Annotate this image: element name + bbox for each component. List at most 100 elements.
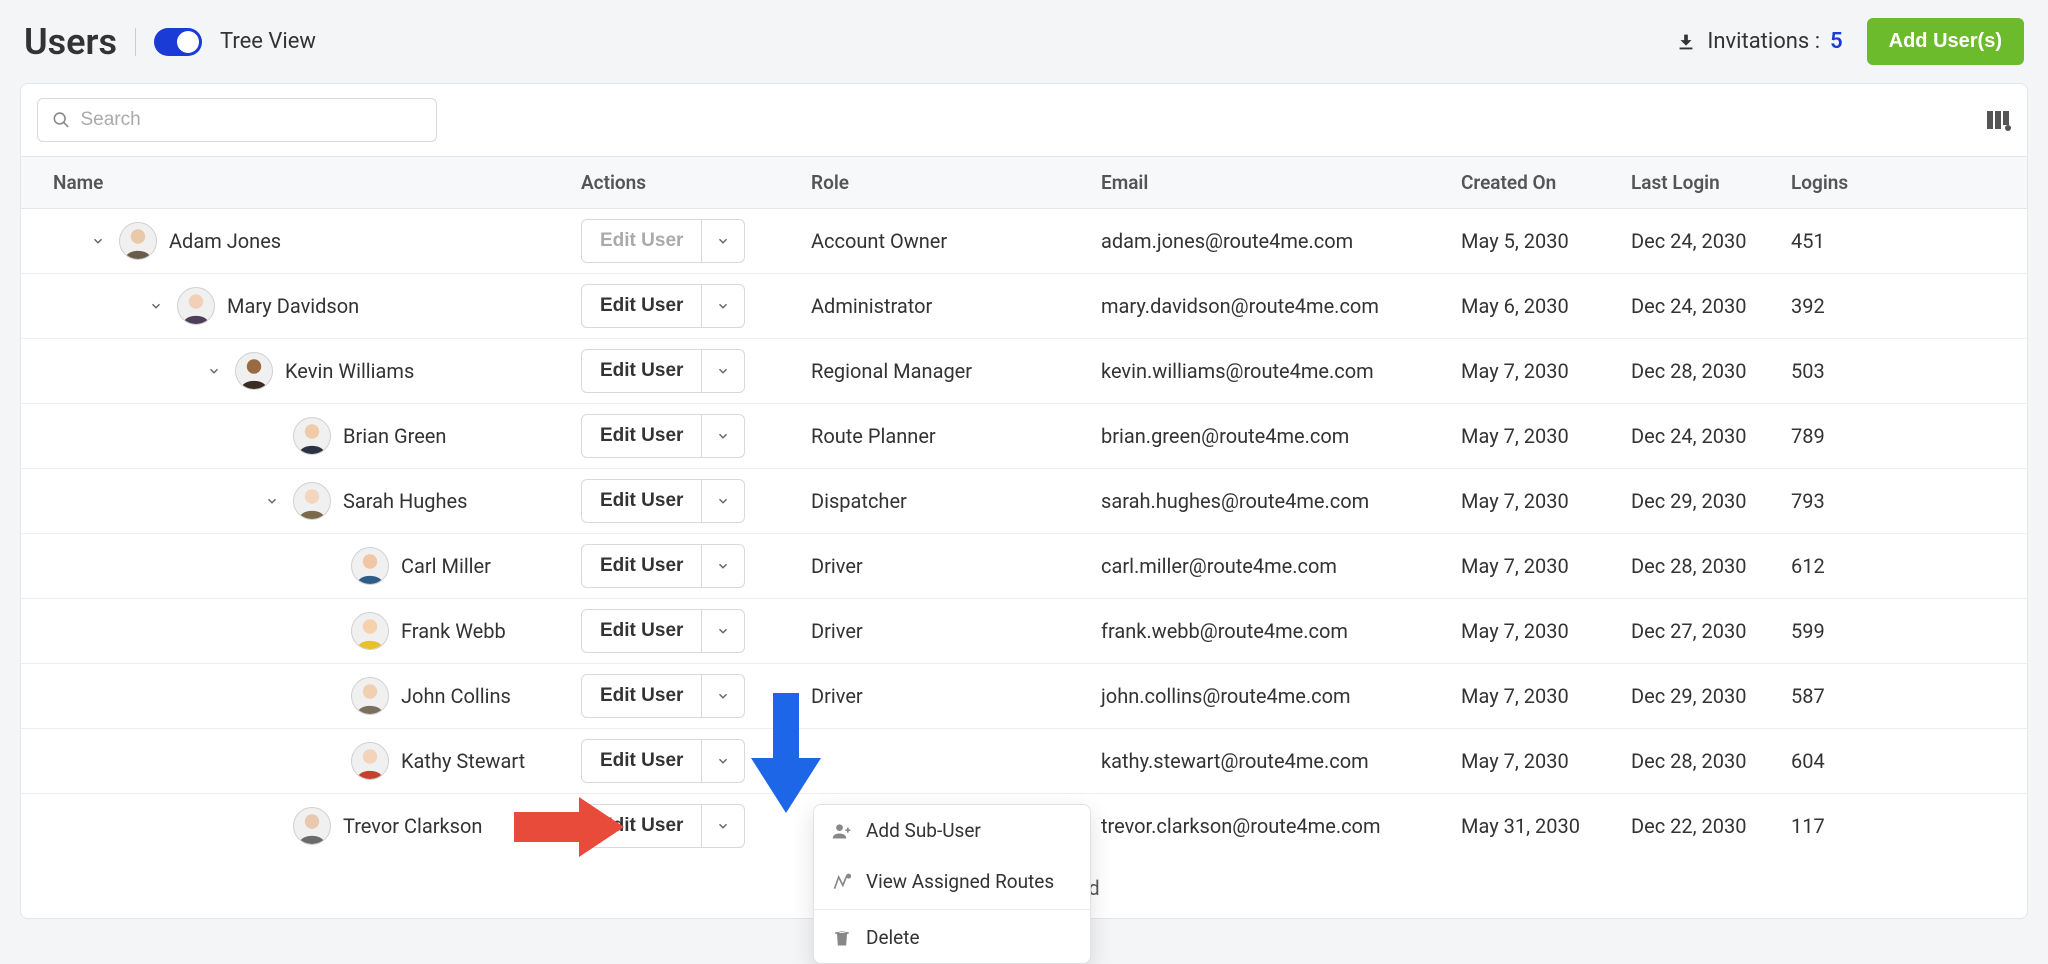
edit-user-button[interactable]: Edit User	[581, 739, 702, 783]
last-login-cell: Dec 24, 2030	[1631, 294, 1791, 318]
menu-add-sub-user[interactable]: Add Sub-User	[814, 805, 1090, 856]
role-cell: Driver	[811, 684, 1101, 708]
invitations-label: Invitations :	[1707, 29, 1820, 54]
search-input[interactable]	[80, 109, 422, 131]
table-row: Carl MillerEdit UserDrivercarl.miller@ro…	[21, 534, 2027, 599]
name-cell: Brian Green	[21, 417, 581, 455]
last-login-cell: Dec 28, 2030	[1631, 554, 1791, 578]
email-cell: frank.webb@route4me.com	[1101, 619, 1461, 643]
edit-user-button[interactable]: Edit User	[581, 544, 702, 588]
tree-view-label: Tree View	[220, 29, 316, 54]
name-cell: John Collins	[21, 677, 581, 715]
role-cell: Account Owner	[811, 229, 1101, 253]
user-name: Adam Jones	[169, 229, 281, 253]
created-cell: May 7, 2030	[1461, 554, 1631, 578]
user-name: Kathy Stewart	[401, 749, 525, 773]
name-cell: Trevor Clarkson	[21, 807, 581, 845]
logins-cell: 392	[1791, 294, 1901, 318]
menu-add-sub-user-label: Add Sub-User	[866, 819, 981, 842]
row-actions-dropdown-button[interactable]	[702, 479, 745, 523]
edit-user-button[interactable]: Edit User	[581, 479, 702, 523]
row-actions-dropdown-button[interactable]	[702, 414, 745, 458]
edit-user-button[interactable]: Edit User	[581, 674, 702, 718]
row-actions-dropdown-button[interactable]	[702, 284, 745, 328]
avatar	[351, 742, 389, 780]
row-actions-dropdown-button[interactable]	[702, 349, 745, 393]
expand-chevron-icon[interactable]	[89, 232, 107, 250]
edit-user-button[interactable]: Edit User	[581, 609, 702, 653]
user-name: Brian Green	[343, 424, 446, 448]
user-name: Sarah Hughes	[343, 489, 467, 513]
add-user-button[interactable]: Add User(s)	[1867, 18, 2024, 65]
avatar	[351, 677, 389, 715]
created-cell: May 7, 2030	[1461, 489, 1631, 513]
col-header-logins: Logins	[1791, 171, 1901, 194]
last-login-cell: Dec 27, 2030	[1631, 619, 1791, 643]
menu-delete-label: Delete	[866, 926, 920, 949]
table-header-row: Name Actions Role Email Created On Last …	[21, 157, 2027, 209]
col-header-name: Name	[21, 171, 581, 194]
invitations-count: 5	[1830, 29, 1843, 54]
edit-user-button[interactable]: Edit User	[581, 414, 702, 458]
logins-cell: 587	[1791, 684, 1901, 708]
row-actions-dropdown-button[interactable]	[702, 674, 745, 718]
name-cell: Kathy Stewart	[21, 742, 581, 780]
tree-view-toggle[interactable]	[154, 28, 202, 56]
row-actions-dropdown-button[interactable]	[702, 544, 745, 588]
person-add-icon	[832, 821, 852, 841]
created-cell: May 7, 2030	[1461, 619, 1631, 643]
name-cell: Frank Webb	[21, 612, 581, 650]
expand-chevron-icon[interactable]	[263, 492, 281, 510]
column-settings-icon[interactable]	[1987, 109, 2011, 131]
email-cell: trevor.clarkson@route4me.com	[1101, 814, 1461, 838]
row-actions-dropdown-button[interactable]	[702, 219, 745, 263]
role-cell: Route Planner	[811, 424, 1101, 448]
col-header-email: Email	[1101, 171, 1461, 194]
col-header-last: Last Login	[1631, 171, 1791, 194]
users-card: Name Actions Role Email Created On Last …	[20, 83, 2028, 919]
logins-cell: 503	[1791, 359, 1901, 383]
last-login-cell: Dec 24, 2030	[1631, 229, 1791, 253]
col-header-role: Role	[811, 171, 1101, 194]
role-cell: Administrator	[811, 294, 1101, 318]
search-icon	[52, 110, 70, 130]
row-actions-dropdown-button[interactable]	[702, 739, 745, 783]
annotation-arrow-red	[509, 792, 629, 862]
actions-cell: Edit User	[581, 219, 811, 263]
col-header-actions: Actions	[581, 171, 811, 194]
email-cell: kevin.williams@route4me.com	[1101, 359, 1461, 383]
page-header: Users Tree View Invitations : 5 Add User…	[20, 18, 2028, 65]
user-name: Mary Davidson	[227, 294, 359, 318]
edit-user-button[interactable]: Edit User	[581, 349, 702, 393]
name-cell: Carl Miller	[21, 547, 581, 585]
logins-cell: 793	[1791, 489, 1901, 513]
avatar	[293, 807, 331, 845]
role-cell: Driver	[811, 554, 1101, 578]
actions-cell: Edit User	[581, 349, 811, 393]
created-cell: May 7, 2030	[1461, 684, 1631, 708]
avatar	[119, 222, 157, 260]
role-cell: Regional Manager	[811, 359, 1101, 383]
avatar	[177, 287, 215, 325]
logins-cell: 604	[1791, 749, 1901, 773]
avatar	[351, 612, 389, 650]
last-login-cell: Dec 24, 2030	[1631, 424, 1791, 448]
search-input-wrapper[interactable]	[37, 98, 437, 142]
table-row: Mary Davidson Edit User Administratormary.…	[21, 274, 2027, 339]
email-cell: mary.davidson@route4me.com	[1101, 294, 1461, 318]
menu-view-routes[interactable]: View Assigned Routes	[814, 856, 1090, 907]
expand-chevron-icon[interactable]	[147, 297, 165, 315]
edit-user-button[interactable]: Edit User	[581, 219, 702, 263]
invitations-link[interactable]: Invitations : 5	[1675, 29, 1842, 54]
row-actions-dropdown-button[interactable]	[702, 609, 745, 653]
created-cell: May 7, 2030	[1461, 424, 1631, 448]
user-name: Carl Miller	[401, 554, 491, 578]
trash-icon	[832, 928, 852, 948]
created-cell: May 7, 2030	[1461, 359, 1631, 383]
menu-delete[interactable]: Delete	[814, 912, 1090, 963]
edit-user-button[interactable]: Edit User	[581, 284, 702, 328]
avatar	[235, 352, 273, 390]
row-actions-dropdown-button[interactable]	[702, 804, 745, 848]
row-actions-menu: Add Sub-User View Assigned Routes Delete	[813, 804, 1091, 964]
expand-chevron-icon[interactable]	[205, 362, 223, 380]
